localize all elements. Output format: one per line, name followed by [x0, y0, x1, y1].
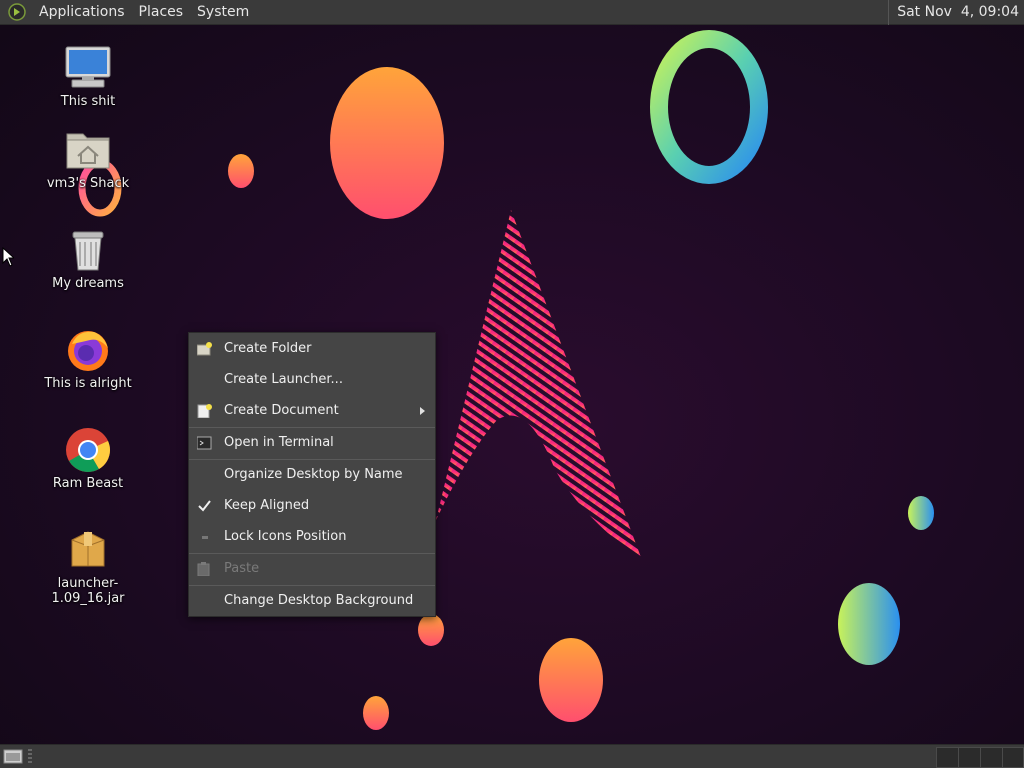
desktop-icon-label: vm3's Shack	[46, 176, 130, 191]
desktop-icon-label: Ram Beast	[52, 476, 124, 491]
system-menu[interactable]: System	[190, 0, 256, 25]
home-folder-icon	[64, 126, 112, 174]
desktop-context-menu: Create Folder Create Launcher... Create …	[188, 332, 436, 617]
desktop-icon-computer[interactable]: This shit	[23, 44, 153, 109]
paste-icon	[197, 562, 210, 576]
menu-separator	[189, 459, 435, 460]
desktop-icon-chrome[interactable]: Ram Beast	[23, 426, 153, 491]
menu-item-keep-aligned[interactable]: Keep Aligned	[189, 492, 435, 520]
submenu-arrow-icon	[420, 407, 425, 415]
clock[interactable]: Sat Nov 4, 09:04	[888, 0, 1019, 25]
menu-item-create-launcher[interactable]: Create Launcher...	[189, 366, 435, 394]
menu-separator	[189, 553, 435, 554]
trash-icon	[64, 226, 112, 274]
workspace-2[interactable]	[958, 747, 982, 768]
distro-logo-icon[interactable]	[8, 3, 26, 21]
menu-item-create-document[interactable]: Create Document	[189, 397, 435, 425]
desktop-icon-jar[interactable]: launcher-1.09_16.jar	[23, 526, 153, 606]
desktop-icon-label: My dreams	[52, 276, 124, 291]
package-icon	[64, 526, 112, 574]
wallpaper-art	[78, 30, 934, 730]
workspace-1[interactable]	[936, 747, 960, 768]
menu-item-paste: Paste	[189, 555, 435, 583]
menu-item-lock-icons[interactable]: Lock Icons Position	[189, 523, 435, 551]
menu-separator	[189, 585, 435, 586]
workspace-3[interactable]	[980, 747, 1004, 768]
bottom-panel	[0, 744, 1024, 768]
menu-item-organize-by-name[interactable]: Organize Desktop by Name	[189, 461, 435, 489]
checkmark-icon	[198, 500, 211, 512]
desktop-icon-label: This shit	[60, 94, 116, 109]
computer-icon	[64, 44, 112, 92]
terminal-icon	[197, 436, 212, 450]
firefox-icon	[64, 326, 112, 374]
menu-item-create-folder[interactable]: Create Folder	[189, 335, 435, 363]
places-menu[interactable]: Places	[132, 0, 191, 25]
mouse-cursor-icon	[2, 247, 14, 267]
desktop-icon-trash[interactable]: My dreams	[23, 226, 153, 291]
document-new-icon	[197, 404, 212, 418]
workspace-4[interactable]	[1002, 747, 1024, 768]
menu-item-open-terminal[interactable]: Open in Terminal	[189, 429, 435, 457]
desktop-icon-label: This is alright	[44, 376, 132, 391]
unchecked-indicator-icon	[202, 536, 208, 539]
desktop-icon-firefox[interactable]: This is alright	[23, 326, 153, 391]
menu-item-change-background[interactable]: Change Desktop Background	[189, 587, 435, 615]
desktop-icon-home[interactable]: vm3's Shack	[23, 126, 153, 191]
chrome-icon	[64, 426, 112, 474]
panel-grip[interactable]	[28, 749, 32, 763]
menu-separator	[189, 427, 435, 428]
folder-new-icon	[197, 342, 212, 356]
desktop-icon-label: launcher-1.09_16.jar	[51, 576, 125, 606]
top-panel: Applications Places System Sat Nov 4, 09…	[0, 0, 1024, 25]
show-desktop-icon[interactable]	[3, 748, 23, 764]
applications-menu[interactable]: Applications	[32, 0, 132, 25]
